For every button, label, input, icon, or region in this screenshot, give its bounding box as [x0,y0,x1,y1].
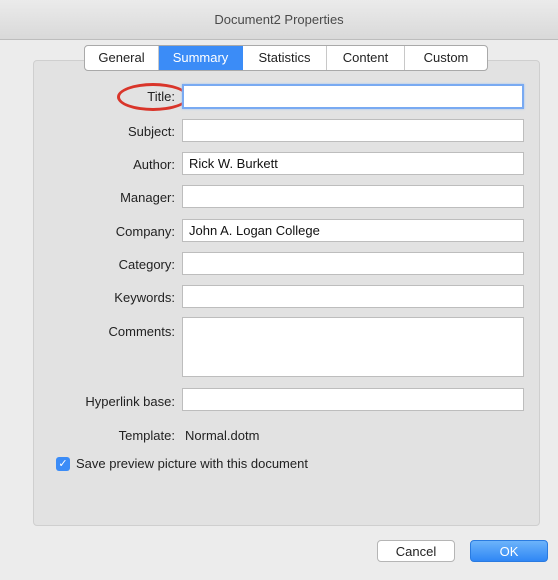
checkmark-icon: ✓ [58,458,68,470]
template-label: Template: [118,428,175,443]
keywords-field[interactable] [182,285,524,308]
hyperlink-base-label: Hyperlink base: [85,394,175,409]
save-preview-label[interactable]: Save preview picture with this document [76,456,308,471]
company-field[interactable] [182,219,524,242]
company-label: Company: [115,224,175,239]
tab-general[interactable]: General [85,46,159,70]
comments-field[interactable] [182,317,524,377]
category-field[interactable] [182,252,524,275]
author-label: Author: [133,157,175,172]
tab-statistics[interactable]: Statistics [243,46,327,70]
keywords-label: Keywords: [114,290,175,305]
author-field[interactable] [182,152,524,175]
tab-bar: General Summary Statistics Content Custo… [84,45,488,71]
window-titlebar: Document2 Properties [0,0,558,40]
subject-field[interactable] [182,119,524,142]
save-preview-checkbox[interactable]: ✓ [56,457,70,471]
comments-label: Comments: [108,324,175,339]
window-title: Document2 Properties [214,12,344,27]
cancel-button[interactable]: Cancel [377,540,455,562]
title-field[interactable] [182,84,524,109]
manager-label: Manager: [120,190,175,205]
category-label: Category: [118,257,175,272]
tab-content[interactable]: Content [327,46,405,70]
tab-custom[interactable]: Custom [405,46,487,70]
manager-field[interactable] [182,185,524,208]
hyperlink-base-field[interactable] [182,388,524,411]
tab-summary[interactable]: Summary [159,46,243,70]
highlight-circle [117,83,189,111]
template-value: Normal.dotm [185,428,260,443]
subject-label: Subject: [128,124,175,139]
ok-button[interactable]: OK [470,540,548,562]
